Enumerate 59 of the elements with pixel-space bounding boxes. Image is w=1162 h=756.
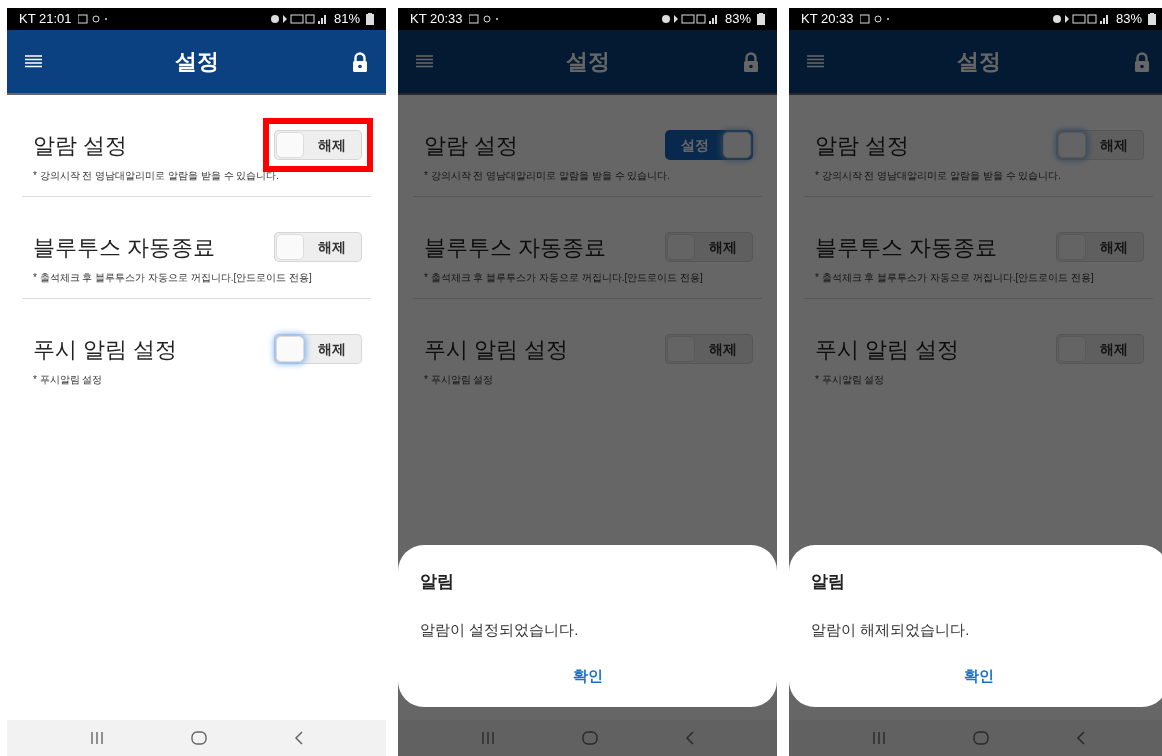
home-icon[interactable] <box>191 731 207 745</box>
toggle-switch[interactable]: 해제 <box>1056 130 1144 160</box>
setting-note: * 강의시작 전 영남대알리미로 알람을 받을 수 있습니다. <box>424 169 672 183</box>
status-time: KT 20:33 <box>410 10 463 29</box>
setting-title: 알람 설정 <box>33 131 128 160</box>
back-icon[interactable] <box>293 731 303 745</box>
recent-apps-icon[interactable] <box>90 732 105 744</box>
dialog-message: 알람이 해제되었습니다. <box>811 619 971 640</box>
toggle-switch[interactable]: 해제 <box>274 232 362 262</box>
battery-icon <box>366 13 374 25</box>
setting-note: * 푸시알림 설정 <box>33 373 104 387</box>
recent-apps-icon[interactable] <box>481 732 496 744</box>
setting-note: * 출석체크 후 블루투스가 자동으로 꺼집니다.[안드로이드 전용] <box>424 271 704 285</box>
setting-title: 블루투스 자동종료 <box>33 233 216 262</box>
setting-title: 푸시 알림 설정 <box>424 335 569 364</box>
menu-icon[interactable] <box>25 55 42 68</box>
setting-title: 푸시 알림 설정 <box>815 335 960 364</box>
confirm-button[interactable]: 확인 <box>564 665 611 688</box>
signal-icons <box>1051 13 1110 25</box>
toggle-switch[interactable]: 해제 <box>274 130 362 160</box>
signal-icons <box>269 13 328 25</box>
dialog-title: 알림 <box>811 571 846 593</box>
toggle-switch[interactable]: 해제 <box>274 334 362 364</box>
status-time: KT 21:01 <box>19 10 72 29</box>
toggle-switch[interactable]: 해제 <box>1056 334 1144 364</box>
back-icon[interactable] <box>684 731 694 745</box>
toggle-switch[interactable]: 해제 <box>665 334 753 364</box>
setting-title: 알람 설정 <box>424 131 519 160</box>
setting-note: * 강의시작 전 영남대알리미로 알람을 받을 수 있습니다. <box>815 169 1063 183</box>
status-time: KT 20:33 <box>801 10 854 29</box>
signal-icons <box>660 13 719 25</box>
back-icon[interactable] <box>1075 731 1085 745</box>
home-icon[interactable] <box>973 731 989 745</box>
lock-icon[interactable] <box>352 51 368 72</box>
setting-title: 푸시 알림 설정 <box>33 335 178 364</box>
setting-note: * 푸시알림 설정 <box>424 373 495 387</box>
toggle-switch[interactable]: 해제 <box>665 232 753 262</box>
setting-note: * 출석체크 후 블루투스가 자동으로 꺼집니다.[안드로이드 전용] <box>33 271 313 285</box>
setting-note: * 강의시작 전 영남대알리미로 알람을 받을 수 있습니다. <box>33 169 281 183</box>
setting-title: 알람 설정 <box>815 131 910 160</box>
dialog-title: 알림 <box>420 571 455 593</box>
confirm-button[interactable]: 확인 <box>955 665 1002 688</box>
screen-title: 설정 <box>956 48 1002 76</box>
setting-note: * 푸시알림 설정 <box>815 373 886 387</box>
battery-icon <box>757 13 765 25</box>
screen-title: 설정 <box>565 48 611 76</box>
screen-title: 설정 <box>174 48 220 76</box>
toggle-switch[interactable]: 설정 <box>665 130 753 160</box>
battery-percent: 83% <box>1115 10 1142 29</box>
recent-apps-icon[interactable] <box>872 732 887 744</box>
dialog-message: 알람이 설정되었습니다. <box>420 619 580 640</box>
home-icon[interactable] <box>582 731 598 745</box>
setting-title: 블루투스 자동종료 <box>815 233 998 262</box>
setting-title: 블루투스 자동종료 <box>424 233 607 262</box>
toggle-switch[interactable]: 해제 <box>1056 232 1144 262</box>
battery-icon <box>1148 13 1156 25</box>
battery-percent: 83% <box>724 10 751 29</box>
battery-percent: 81% <box>333 10 360 29</box>
setting-note: * 출석체크 후 블루투스가 자동으로 꺼집니다.[안드로이드 전용] <box>815 271 1095 285</box>
